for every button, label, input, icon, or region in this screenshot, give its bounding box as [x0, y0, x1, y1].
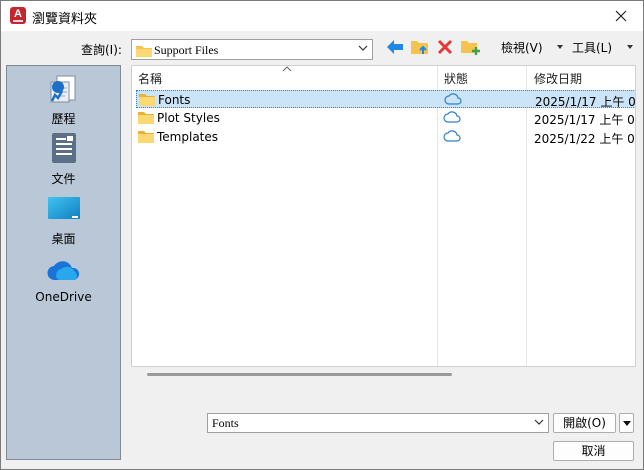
- folder-icon: [136, 46, 152, 57]
- horizontal-scrollbar[interactable]: [147, 373, 452, 376]
- file-name: Plot Styles: [157, 111, 220, 125]
- lookin-combo[interactable]: Support Files: [131, 39, 373, 60]
- folder-icon: [139, 94, 155, 106]
- new-folder-icon: [461, 41, 480, 55]
- column-header-status[interactable]: 狀態: [444, 70, 468, 87]
- place-history[interactable]: 歷程: [7, 72, 120, 128]
- up-folder-icon: [411, 41, 428, 54]
- place-label: 桌面: [51, 232, 76, 246]
- title-bar: A 瀏覽資料夾: [1, 1, 643, 31]
- folder-icon: [138, 131, 154, 143]
- lookin-value: Support Files: [154, 43, 219, 57]
- back-icon: [387, 40, 403, 54]
- up-folder-button[interactable]: [410, 38, 432, 58]
- chevron-down-icon[interactable]: [534, 419, 544, 426]
- lookin-label: 查詢(I):: [81, 43, 122, 57]
- cloud-status-icon: [443, 130, 461, 142]
- column-header-name[interactable]: 名稱: [138, 70, 162, 87]
- view-menu-caret-icon[interactable]: [557, 45, 563, 49]
- browse-folder-dialog: A 瀏覽資料夾 查詢(I): Support Files 檢視(V) 工具(L): [0, 0, 644, 470]
- filename-value: Fonts: [212, 416, 239, 430]
- cloud-status-icon: [444, 93, 462, 105]
- file-date: 2025/1/17 上午 06: [535, 95, 636, 109]
- place-label: 文件: [51, 172, 76, 186]
- view-menu[interactable]: 檢視(V): [501, 39, 543, 56]
- file-list[interactable]: 名稱 狀態 修改日期 Fonts 2025/1/17 上午 06 Plot St…: [131, 65, 636, 367]
- chevron-down-icon[interactable]: [358, 45, 368, 52]
- place-desktop[interactable]: 桌面: [7, 192, 120, 248]
- delete-icon: [437, 39, 453, 55]
- tools-menu[interactable]: 工具(L): [572, 39, 612, 56]
- onedrive-icon: [47, 261, 80, 281]
- folder-icon: [138, 112, 154, 124]
- list-header: 名稱 狀態 修改日期: [132, 66, 635, 88]
- file-name: Fonts: [158, 93, 191, 107]
- file-date: 2025/1/17 上午 06: [534, 113, 636, 127]
- history-icon: [50, 75, 76, 103]
- close-button[interactable]: [609, 5, 633, 27]
- delete-button[interactable]: [435, 38, 457, 58]
- app-icon: A: [10, 7, 26, 24]
- place-label: OneDrive: [35, 290, 92, 304]
- file-row[interactable]: Fonts 2025/1/17 上午 06: [136, 90, 636, 109]
- filename-combo[interactable]: Fonts: [207, 413, 549, 433]
- file-name: Templates: [157, 130, 219, 144]
- documents-icon: [52, 133, 76, 163]
- place-documents[interactable]: 文件: [7, 132, 120, 188]
- open-button[interactable]: 開啟(O): [553, 413, 616, 433]
- file-row[interactable]: Plot Styles 2025/1/17 上午 06: [136, 109, 636, 127]
- sort-ascending-icon: [282, 66, 292, 72]
- place-onedrive[interactable]: OneDrive: [7, 252, 120, 308]
- cloud-status-icon: [443, 111, 461, 123]
- new-folder-button[interactable]: [460, 38, 482, 58]
- window-title: 瀏覽資料夾: [32, 12, 98, 27]
- cancel-button[interactable]: 取消: [553, 441, 634, 461]
- file-row[interactable]: Templates 2025/1/22 上午 04: [136, 128, 636, 146]
- places-bar: 歷程 文件 桌面 OneDrive: [6, 65, 121, 460]
- place-label: 歷程: [51, 112, 76, 126]
- file-date: 2025/1/22 上午 04: [534, 132, 636, 146]
- open-dropdown-button[interactable]: [619, 413, 634, 433]
- column-header-modified[interactable]: 修改日期: [534, 70, 582, 87]
- desktop-icon: [48, 197, 80, 219]
- back-button[interactable]: [385, 38, 407, 58]
- tools-menu-caret-icon[interactable]: [627, 45, 633, 49]
- close-icon: [615, 10, 627, 22]
